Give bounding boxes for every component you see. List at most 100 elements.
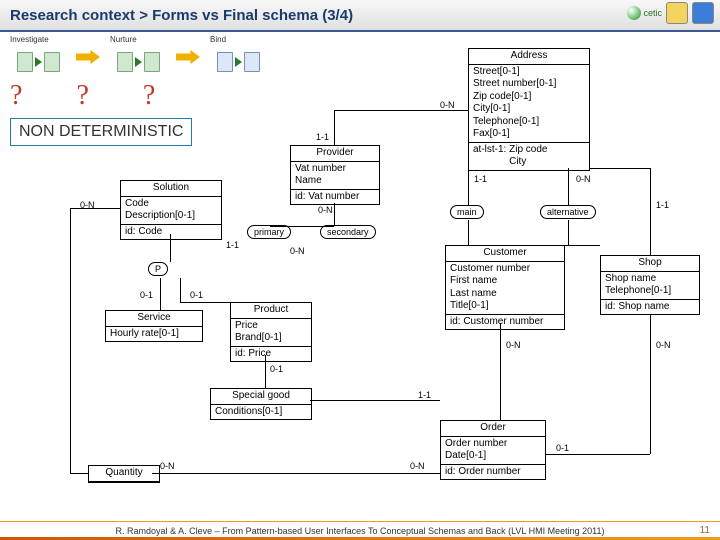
card: 0-1	[190, 290, 203, 300]
entity-quantity: Quantity	[88, 465, 160, 483]
attr: City[0-1]	[473, 103, 585, 116]
entity-attrs: Conditions[0-1]	[211, 405, 311, 420]
entity-title: Service	[106, 311, 202, 327]
card: 0-N	[290, 246, 305, 256]
id-line: City	[473, 156, 585, 169]
card: 0-N	[410, 461, 425, 471]
slide-title: Research context > Forms vs Final schema…	[10, 7, 353, 24]
rel-secondary: secondary	[320, 225, 376, 239]
id-line: at-lst-1: Zip code	[473, 144, 585, 157]
edge	[468, 168, 469, 206]
attr: Telephone[0-1]	[473, 116, 585, 129]
card: 0-N	[506, 340, 521, 350]
card: 0-N	[160, 461, 175, 471]
card: 1-1	[656, 200, 669, 210]
entity-solution: Solution Code Description[0-1] id: Code	[120, 180, 222, 240]
edge	[568, 220, 569, 245]
entity-address: Address Street[0-1] Street number[0-1] Z…	[468, 48, 590, 171]
entity-id: id: Price	[231, 346, 311, 362]
attr: Price	[235, 320, 307, 333]
entity-title: Address	[469, 49, 589, 65]
attr: Code	[125, 198, 217, 211]
edge	[468, 220, 469, 245]
attr: Description[0-1]	[125, 210, 217, 223]
footer-text: R. Ramdoyal & A. Cleve – From Pattern-ba…	[0, 526, 720, 536]
edge	[310, 400, 440, 401]
globe-icon	[627, 6, 641, 20]
footer-rule	[0, 521, 720, 522]
edge	[334, 203, 335, 226]
entity-customer: Customer Customer number First name Last…	[445, 245, 565, 330]
entity-attrs: Price Brand[0-1]	[231, 319, 311, 346]
edge	[650, 168, 651, 256]
entity-id: at-lst-1: Zip code City	[469, 142, 589, 170]
entity-specialgood: Special good Conditions[0-1]	[210, 388, 312, 420]
card: 0-1	[556, 443, 569, 453]
rel-main: main	[450, 205, 484, 219]
entity-attrs: Vat number Name	[291, 162, 379, 189]
entity-id: id: Shop name	[601, 299, 699, 315]
edge	[160, 278, 161, 310]
attr: Zip code[0-1]	[473, 91, 585, 104]
card: 0-N	[656, 340, 671, 350]
entity-provider: Provider Vat number Name id: Vat number	[290, 145, 380, 205]
edge	[152, 473, 440, 474]
entity-attrs: Order number Date[0-1]	[441, 437, 545, 464]
entity-title: Product	[231, 303, 311, 319]
attr: Last name	[450, 288, 560, 301]
attr: Order number	[445, 438, 541, 451]
entity-title: Shop	[601, 256, 699, 272]
entity-id: id: Customer number	[446, 314, 564, 330]
partner-logo	[692, 2, 714, 24]
entity-title: Customer	[446, 246, 564, 262]
entity-id: id: Order number	[441, 464, 545, 480]
entity-shop: Shop Shop name Telephone[0-1] id: Shop n…	[600, 255, 700, 315]
entity-title: Quantity	[89, 466, 159, 482]
attr: Shop name	[605, 273, 695, 286]
edge	[265, 355, 266, 388]
entity-attrs: Shop name Telephone[0-1]	[601, 272, 699, 299]
edge	[590, 168, 650, 169]
edge	[650, 314, 651, 454]
entity-title: Special good	[211, 389, 311, 405]
entity-title: Order	[441, 421, 545, 437]
attr: Brand[0-1]	[235, 332, 307, 345]
card: 0-1	[140, 290, 153, 300]
card: 0-N	[80, 200, 95, 210]
entity-service: Service Hourly rate[0-1]	[105, 310, 203, 342]
attr: Customer number	[450, 263, 560, 276]
attr: Street number[0-1]	[473, 78, 585, 91]
attr: Fax[0-1]	[473, 128, 585, 141]
logo-strip: cetic	[627, 2, 714, 24]
attr: Title[0-1]	[450, 300, 560, 313]
edge	[180, 302, 240, 303]
edge	[334, 110, 468, 111]
entity-title: Provider	[291, 146, 379, 162]
card: 1-1	[316, 132, 329, 142]
entity-order: Order Order number Date[0-1] id: Order n…	[440, 420, 546, 480]
rel-primary: primary	[247, 225, 291, 239]
attr: Telephone[0-1]	[605, 285, 695, 298]
edge	[500, 323, 501, 420]
entity-attrs: Code Description[0-1]	[121, 197, 221, 224]
entity-title: Solution	[121, 181, 221, 197]
edge	[546, 454, 650, 455]
card: 0-N	[440, 100, 455, 110]
logo-text: cetic	[643, 8, 662, 18]
edge	[568, 168, 569, 206]
entity-product: Product Price Brand[0-1] id: Price	[230, 302, 312, 362]
edge	[70, 208, 71, 473]
card: 1-1	[418, 390, 431, 400]
edge	[170, 234, 171, 262]
cetic-logo: cetic	[627, 2, 662, 24]
univ-logo	[666, 2, 688, 24]
edge	[70, 208, 120, 209]
edge	[70, 473, 88, 474]
edge	[540, 245, 600, 246]
entity-attrs: Customer number First name Last name Tit…	[446, 262, 564, 314]
edge	[270, 226, 334, 227]
attr: First name	[450, 275, 560, 288]
edge	[180, 278, 181, 302]
rel-p: P	[148, 262, 168, 276]
title-bar: Research context > Forms vs Final schema…	[0, 0, 720, 32]
